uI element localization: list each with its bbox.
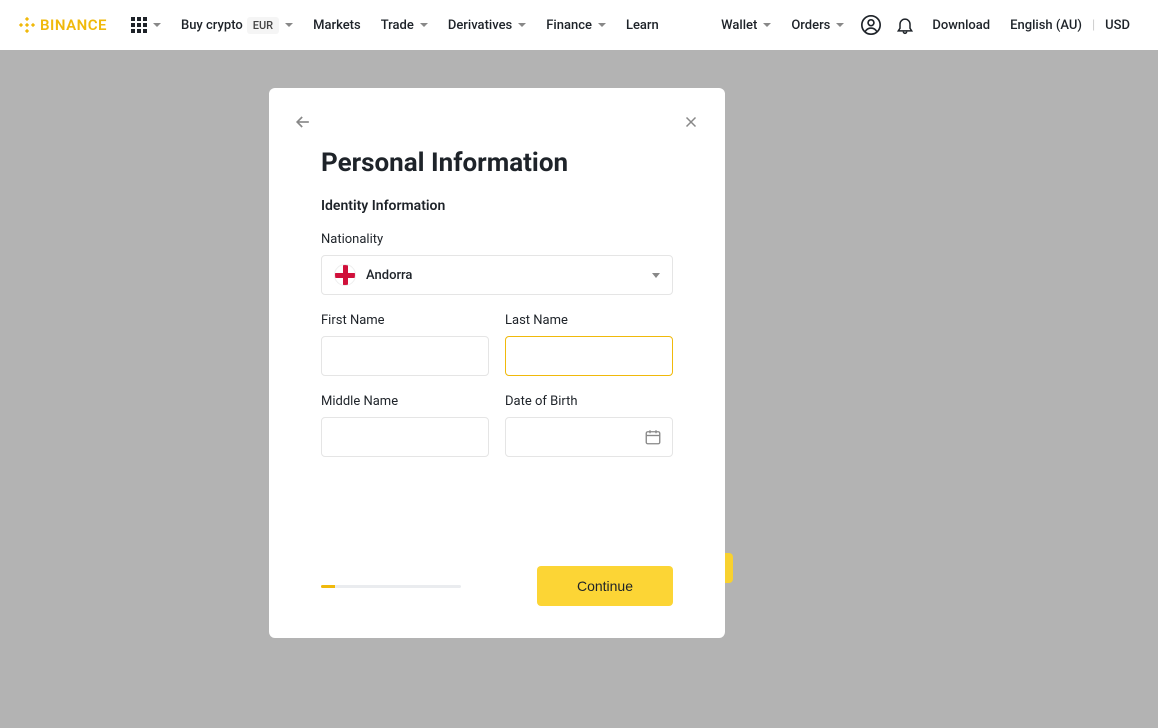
nav-currency[interactable]: USD (1101, 0, 1140, 50)
chevron-down-icon (763, 23, 771, 27)
apps-menu[interactable] (121, 0, 171, 50)
nav-label: Learn (626, 18, 659, 33)
middle-name-label: Middle Name (321, 394, 489, 409)
dob-input[interactable] (505, 417, 673, 457)
nav-label: English (AU) (1010, 18, 1082, 33)
nationality-value: Andorra (366, 268, 642, 283)
nav-learn[interactable]: Learn (616, 0, 669, 50)
background-element (725, 553, 733, 583)
nav-label: Orders (791, 18, 830, 33)
eur-badge: EUR (247, 17, 279, 34)
chevron-down-icon (598, 23, 606, 27)
nav-orders[interactable]: Orders (781, 0, 854, 50)
first-name-label: First Name (321, 313, 489, 328)
progress-fill (321, 585, 335, 588)
nav-label: Wallet (721, 18, 757, 33)
section-title: Identity Information (321, 198, 673, 214)
binance-logo-icon (18, 16, 36, 34)
notifications-icon[interactable] (894, 14, 916, 36)
nav-finance[interactable]: Finance (536, 0, 616, 50)
grid-icon (131, 17, 147, 33)
chevron-down-icon (420, 23, 428, 27)
dob-label: Date of Birth (505, 394, 673, 409)
back-button[interactable] (291, 110, 315, 134)
last-name-input[interactable] (505, 336, 673, 376)
top-nav: BINANCE Buy crypto EUR Markets Trade Der… (0, 0, 1158, 50)
nav-label: Finance (546, 18, 592, 33)
nav-language[interactable]: English (AU) (1000, 0, 1086, 50)
nav-markets[interactable]: Markets (303, 0, 371, 50)
chevron-down-icon (153, 23, 161, 27)
nav-label: Buy crypto (181, 18, 243, 33)
calendar-icon (644, 428, 662, 446)
chevron-down-icon (285, 23, 293, 27)
last-name-label: Last Name (505, 313, 673, 328)
arrow-left-icon (293, 112, 313, 132)
continue-button[interactable]: Continue (537, 566, 673, 606)
nav-wallet[interactable]: Wallet (711, 0, 781, 50)
caret-down-icon (652, 273, 660, 278)
flag-icon (334, 264, 356, 286)
nationality-label: Nationality (321, 232, 673, 247)
logo-text: BINANCE (40, 16, 107, 34)
middle-name-input[interactable] (321, 417, 489, 457)
close-button[interactable] (679, 110, 703, 134)
nav-label: Trade (381, 18, 414, 33)
nav-label: Markets (313, 18, 361, 33)
nav-trade[interactable]: Trade (371, 0, 438, 50)
chevron-down-icon (836, 23, 844, 27)
nav-label: USD (1105, 18, 1130, 33)
account-icon[interactable] (860, 14, 882, 36)
divider: | (1086, 18, 1101, 33)
progress-bar (321, 585, 461, 588)
chevron-down-icon (518, 23, 526, 27)
nav-label: Derivatives (448, 18, 512, 33)
modal-title: Personal Information (321, 148, 673, 178)
logo[interactable]: BINANCE (18, 16, 107, 34)
nav-buy-crypto[interactable]: Buy crypto EUR (171, 0, 303, 50)
nav-derivatives[interactable]: Derivatives (438, 0, 536, 50)
nav-label: Download (932, 18, 990, 33)
personal-info-modal: Personal Information Identity Informatio… (269, 88, 725, 638)
close-icon (682, 113, 700, 131)
nationality-select[interactable]: Andorra (321, 255, 673, 295)
nav-download[interactable]: Download (922, 0, 1000, 50)
first-name-input[interactable] (321, 336, 489, 376)
